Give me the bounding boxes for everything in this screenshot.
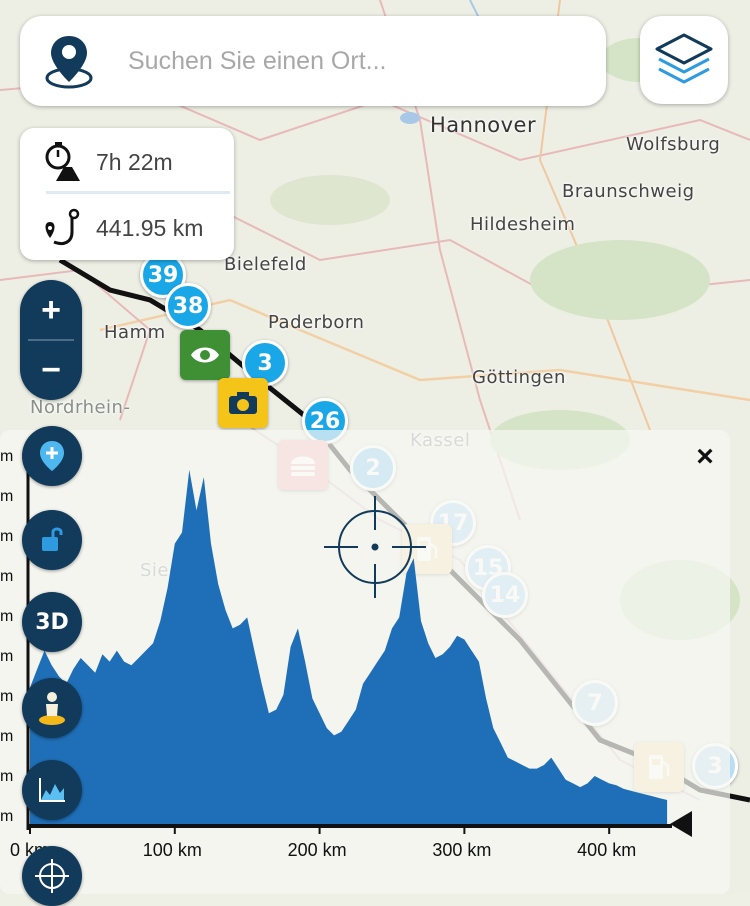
search-bar[interactable] bbox=[20, 16, 606, 106]
view-3d-label: 3D bbox=[35, 609, 69, 635]
close-icon: × bbox=[696, 440, 714, 473]
location-pin-globe-icon bbox=[45, 36, 93, 89]
locate-me-button[interactable] bbox=[22, 846, 82, 906]
map-pin-plus-icon bbox=[40, 441, 64, 471]
x-tick-label: 300 km bbox=[432, 840, 492, 860]
plus-icon: + bbox=[41, 290, 61, 329]
y-axis-unit-stub: m bbox=[0, 808, 14, 825]
y-axis-unit-stub: m bbox=[0, 528, 14, 545]
x-tick-label: 100 km bbox=[142, 840, 202, 860]
close-elevation-button[interactable]: × bbox=[690, 440, 720, 474]
y-axis-unit-stub: m bbox=[0, 568, 14, 585]
add-waypoint-button[interactable] bbox=[22, 426, 82, 486]
divider bbox=[46, 191, 230, 194]
range-handle-right[interactable] bbox=[670, 811, 692, 837]
x-tick-label: 400 km bbox=[577, 840, 637, 860]
y-axis-unit-stub: m bbox=[0, 728, 14, 745]
route-duration: 7h 22m bbox=[96, 148, 173, 175]
target-icon bbox=[35, 859, 69, 893]
lock-map-button[interactable] bbox=[22, 510, 82, 570]
y-axis-unit-stub: m bbox=[0, 608, 14, 625]
y-axis-unit-stub: m bbox=[0, 648, 14, 665]
person-icon bbox=[39, 692, 65, 725]
layers-button[interactable] bbox=[640, 16, 728, 104]
distance-row: 441.95 km bbox=[42, 208, 203, 248]
y-axis-unit-stub: m bbox=[0, 448, 14, 465]
search-input[interactable] bbox=[126, 45, 560, 77]
zoom-control: + − bbox=[20, 280, 82, 400]
minus-icon: − bbox=[41, 350, 61, 389]
x-tick-label: 200 km bbox=[287, 840, 347, 860]
street-view-button[interactable] bbox=[22, 678, 82, 738]
layers-icon bbox=[655, 33, 713, 84]
view-3d-button[interactable]: 3D bbox=[22, 592, 82, 652]
y-axis-unit-stub: m bbox=[0, 688, 14, 705]
y-axis-unit-stub: m bbox=[0, 768, 14, 785]
stopwatch-road-icon bbox=[45, 142, 80, 181]
route-summary-card: 7h 22m 441.95 km bbox=[20, 128, 234, 260]
elevation-profile-button[interactable] bbox=[22, 760, 82, 820]
zoom-out-button[interactable]: − bbox=[20, 340, 82, 400]
route-distance: 441.95 km bbox=[96, 214, 204, 241]
route-hook-icon bbox=[45, 208, 80, 246]
unlock-icon bbox=[42, 527, 63, 551]
duration-row: 7h 22m bbox=[42, 142, 173, 182]
elevation-chart-icon bbox=[39, 778, 65, 802]
zoom-in-button[interactable]: + bbox=[20, 280, 82, 340]
y-axis-unit-stub: m bbox=[0, 488, 14, 505]
